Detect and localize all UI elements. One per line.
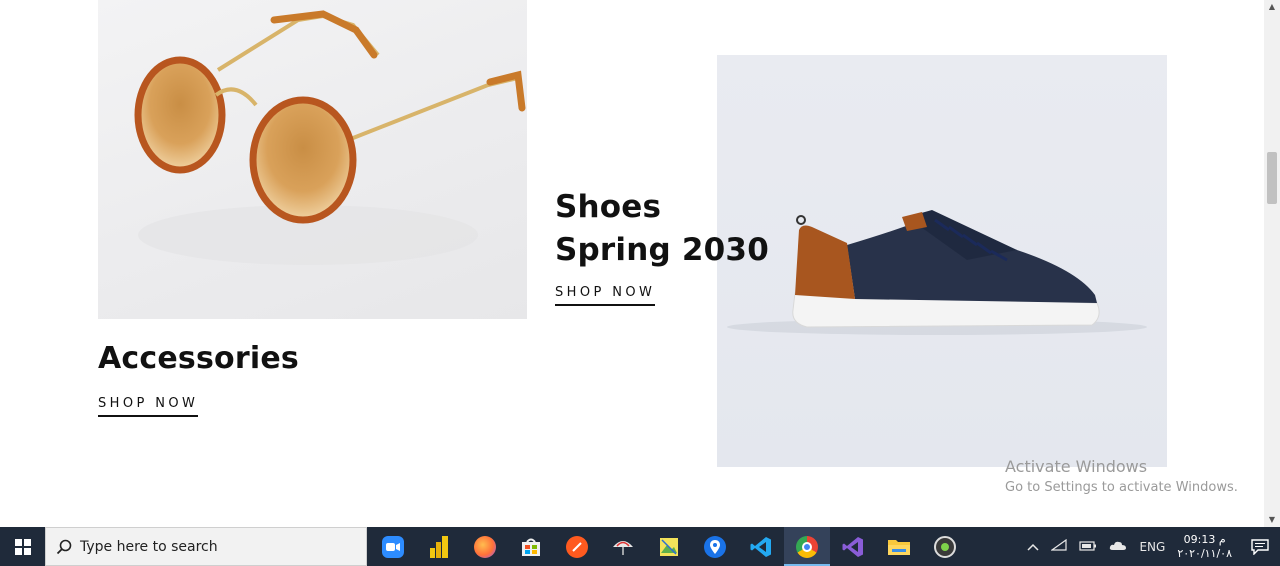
taskbar-app-zoom[interactable] xyxy=(370,527,416,566)
vscode-icon xyxy=(750,536,772,558)
sunglasses-illustration xyxy=(134,10,526,265)
accessories-shop-now-link[interactable]: SHOP NOW xyxy=(98,396,199,417)
firefox-icon xyxy=(474,535,496,558)
scrollbar-thumb[interactable] xyxy=(1267,152,1277,204)
activate-windows-title: Activate Windows xyxy=(1005,457,1148,476)
accessories-title: Accessories xyxy=(98,341,299,376)
taskbar-search-box[interactable]: Type here to search xyxy=(45,527,367,566)
language-indicator[interactable]: ENG xyxy=(1139,540,1165,554)
taskbar-app-umbrella[interactable] xyxy=(600,527,646,566)
taskbar-app-power-bi[interactable] xyxy=(416,527,462,566)
clock[interactable]: 09:13 م ٢٠٢٠/١١/٠٨ xyxy=(1177,533,1232,561)
battery-icon[interactable] xyxy=(1079,540,1097,554)
taskbar-app-firefox[interactable] xyxy=(462,527,508,566)
windows-taskbar: Type here to search ENG 09:13 م ٢٠٢٠/١١/… xyxy=(0,527,1280,566)
taskbar-app-gallery[interactable] xyxy=(646,527,692,566)
taskbar-app-vscode[interactable] xyxy=(738,527,784,566)
taskbar-app-maps[interactable] xyxy=(692,527,738,566)
power-bi-icon xyxy=(428,535,450,558)
action-center-icon xyxy=(1251,538,1269,555)
shoes-shop-now-link[interactable]: SHOP NOW xyxy=(555,285,656,306)
network-icon[interactable] xyxy=(1050,538,1068,554)
activate-windows-subtitle: Go to Settings to activate Windows. xyxy=(1005,480,1238,495)
camera-app-icon xyxy=(934,535,956,558)
folder-icon xyxy=(888,536,910,558)
taskbar-app-visual-studio[interactable] xyxy=(830,527,876,566)
zoom-icon xyxy=(382,535,404,558)
taskbar-pinned-apps xyxy=(370,527,968,566)
maps-icon xyxy=(704,535,726,558)
gallery-app-icon xyxy=(658,536,680,558)
umbrella-app-icon xyxy=(612,536,634,558)
start-button[interactable] xyxy=(0,527,45,566)
show-hidden-icons-chevron-up-icon[interactable] xyxy=(1027,540,1039,554)
scroll-down-icon[interactable]: ▼ xyxy=(1264,513,1280,527)
accessories-image[interactable] xyxy=(98,0,527,319)
taskbar-app-file-explorer[interactable] xyxy=(876,527,922,566)
chrome-icon xyxy=(796,535,818,558)
shoes-title: Shoes Spring 2030 xyxy=(555,189,769,268)
taskbar-app-orange[interactable] xyxy=(554,527,600,566)
windows-logo-icon xyxy=(14,538,31,555)
orange-app-icon xyxy=(566,535,588,558)
search-icon xyxy=(56,539,72,554)
visual-studio-icon xyxy=(842,536,864,558)
taskbar-app-store[interactable] xyxy=(508,527,554,566)
search-placeholder: Type here to search xyxy=(80,538,218,555)
notifications-button[interactable] xyxy=(1240,527,1280,566)
clock-date: ٢٠٢٠/١١/٠٨ xyxy=(1177,546,1232,560)
activate-windows-watermark: Activate Windows Go to Settings to activ… xyxy=(1005,457,1238,495)
scroll-up-icon[interactable]: ▲ xyxy=(1264,0,1280,14)
vertical-scrollbar[interactable]: ▲ ▼ xyxy=(1264,0,1280,527)
onedrive-cloud-icon[interactable] xyxy=(1109,540,1127,554)
clock-time: 09:13 م xyxy=(1183,532,1226,546)
taskbar-app-chrome[interactable] xyxy=(784,527,830,566)
web-page: Accessories SHOP NOW Shoes Spring 2030 S… xyxy=(0,0,1264,527)
taskbar-app-camera[interactable] xyxy=(922,527,968,566)
store-icon xyxy=(520,536,542,558)
system-tray: ENG 09:13 م ٢٠٢٠/١١/٠٨ xyxy=(1021,527,1280,566)
